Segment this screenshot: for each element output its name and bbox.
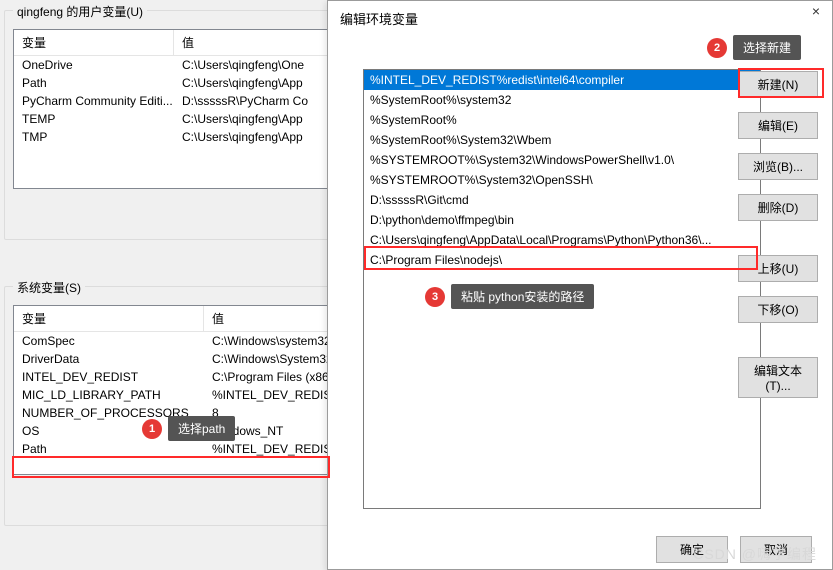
edit-env-var-dialog: 编辑环境变量 × %INTEL_DEV_REDIST%redist\intel6… [327, 0, 833, 570]
list-item[interactable]: C:\Users\qingfeng\AppData\Local\Programs… [364, 230, 760, 250]
ok-button[interactable]: 确定 [656, 536, 728, 563]
edit-button[interactable]: 编辑(E) [738, 112, 818, 139]
close-icon[interactable]: × [804, 3, 828, 23]
list-item[interactable]: %SystemRoot%\System32\Wbem [364, 130, 760, 150]
list-item[interactable]: D:\python\demo\ffmpeg\bin [364, 210, 760, 230]
cancel-button[interactable]: 取消 [740, 536, 812, 563]
path-list[interactable]: %INTEL_DEV_REDIST%redist\intel64\compile… [363, 69, 761, 509]
move-down-button[interactable]: 下移(O) [738, 296, 818, 323]
list-item[interactable]: %INTEL_DEV_REDIST%redist\intel64\compile… [364, 70, 760, 90]
list-item[interactable]: %SYSTEMROOT%\System32\OpenSSH\ [364, 170, 760, 190]
delete-button[interactable]: 删除(D) [738, 194, 818, 221]
list-item[interactable]: D:\sssssR\Git\cmd [364, 190, 760, 210]
dialog-title: 编辑环境变量 [328, 1, 832, 36]
browse-button[interactable]: 浏览(B)... [738, 153, 818, 180]
list-item[interactable]: C:\Program Files\nodejs\ [364, 250, 760, 270]
user-th-var[interactable]: 变量 [14, 30, 174, 55]
move-up-button[interactable]: 上移(U) [738, 255, 818, 282]
sys-th-var[interactable]: 变量 [14, 306, 204, 331]
sys-vars-title: 系统变量(S) [13, 279, 85, 296]
list-item[interactable]: %SYSTEMROOT%\System32\WindowsPowerShell\… [364, 150, 760, 170]
list-item[interactable]: %SystemRoot%\system32 [364, 90, 760, 110]
edit-text-button[interactable]: 编辑文本(T)... [738, 357, 818, 398]
new-button[interactable]: 新建(N) [738, 71, 818, 98]
user-vars-title: qingfeng 的用户变量(U) [13, 3, 147, 20]
list-item[interactable]: %SystemRoot% [364, 110, 760, 130]
